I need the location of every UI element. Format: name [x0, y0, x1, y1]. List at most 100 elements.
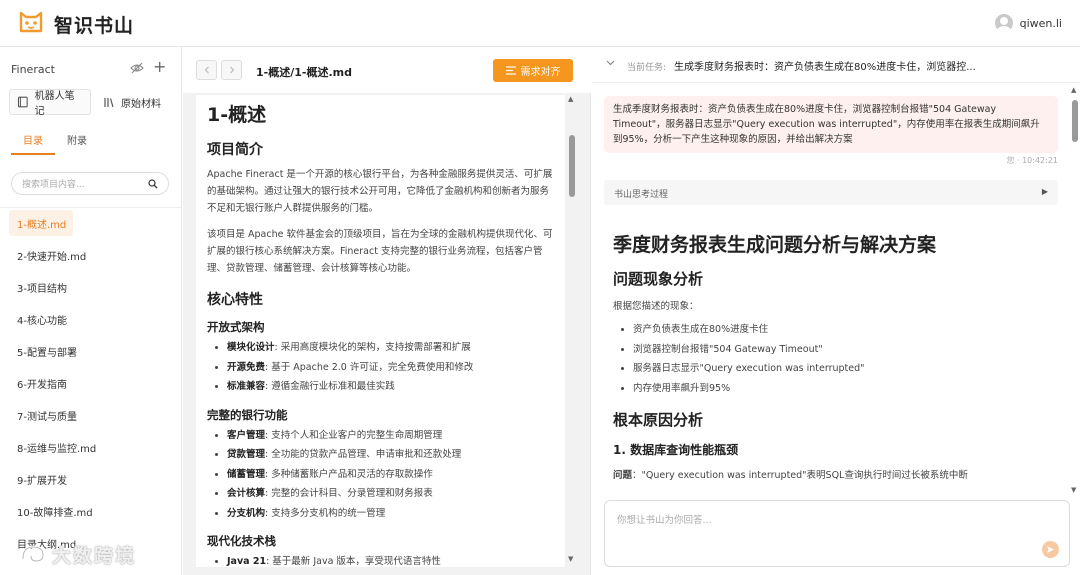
- sidebar-tabs: 目录 附录: [11, 132, 99, 155]
- raw-material-button[interactable]: 原始材料: [96, 89, 176, 115]
- open-arch-list: 模块化设计: 采用高度模块化的架构，支持按需部署和扩展 开源免费: 基于 Apa…: [207, 338, 554, 397]
- file-item-core-features[interactable]: 4-核心功能: [9, 303, 173, 335]
- document-header: 1-概述/1-概述.md 需求对齐: [183, 47, 591, 93]
- list-item: 开源免费: 基于 Apache 2.0 许可证，完全免费使用和修改: [227, 358, 554, 378]
- send-icon: [1047, 546, 1054, 553]
- list-item: 模块化设计: 采用高度模块化的架构，支持按需部署和扩展: [227, 338, 554, 358]
- watermark: 大数跨境: [52, 545, 137, 567]
- banking-list: 客户管理: 支持个人和企业客户的完整生命周期管理 贷款管理: 全功能的贷款产品管…: [207, 426, 554, 524]
- assistant-answer: 季度财务报表生成问题分析与解决方案 问题现象分析 根据您描述的现象： 资产负债表…: [613, 230, 1053, 481]
- list-item: 资产负债表生成在80%进度卡住: [633, 320, 1053, 340]
- file-item-dev-guide[interactable]: 6-开发指南: [9, 367, 173, 399]
- watermark-logo-icon: [21, 545, 45, 563]
- chat-messages: 生成季度财务报表时：资产负债表生成在80%进度卡住，浏览器控制台报错"504 G…: [592, 84, 1070, 500]
- file-item-extension[interactable]: 9-扩展开发: [9, 463, 173, 495]
- intro-paragraph-1: Apache Fineract 是一个开源的核心银行平台，为各种金融服务提供灵活…: [207, 169, 553, 214]
- chat-input-placeholder: 你想让书山为你回答...: [617, 515, 712, 526]
- document-content: 1-概述 项目简介 Apache Fineract 是一个开源的核心银行平台，为…: [196, 95, 565, 567]
- sidebar: Fineract + 机器人笔记 原始材料 目录 附录 搜索项目内容... 1-: [0, 47, 182, 575]
- list-item: 客户管理: 支持个人和企业客户的完整生命周期管理: [227, 426, 554, 446]
- task-text: 生成季度财务报表时：资产负债表生成在80%进度卡住，浏览器控...: [674, 62, 976, 73]
- scroll-up-icon[interactable]: ▲: [568, 95, 573, 103]
- chevron-right-icon: [229, 66, 234, 74]
- file-item-testing[interactable]: 7-测试与质量: [9, 399, 173, 431]
- root-cause-heading: 根本原因分析: [613, 411, 704, 429]
- problem-line: 问题："Query execution was interrupted"表明SQ…: [613, 467, 1053, 481]
- list-item: 分支机构: 支持多分支机构的统一管理: [227, 504, 554, 524]
- search-placeholder: 搜索项目内容...: [22, 180, 85, 190]
- document-panel: 1-概述/1-概述.md 需求对齐 1-概述 项目简介 Apache Finer…: [183, 47, 591, 575]
- root-cause-subheading: 1. 数据库查询性能瓶颈: [613, 443, 739, 457]
- task-label: 当前任务:: [627, 63, 667, 73]
- forward-button[interactable]: [221, 60, 242, 80]
- list-item: 浏览器控制台报错"504 Gateway Timeout": [633, 340, 1053, 360]
- logo-icon: [19, 11, 43, 33]
- message-meta: 您 · 10:42:21: [1006, 156, 1058, 165]
- chat-scrollbar[interactable]: ▲ ▼: [1070, 84, 1080, 500]
- thinking-label: 书山思考过程: [614, 190, 669, 200]
- file-item-ops[interactable]: 8-运维与监控.md: [9, 431, 173, 463]
- books-icon: [104, 98, 114, 108]
- scroll-down-icon[interactable]: ▼: [568, 555, 573, 563]
- raw-material-label: 原始材料: [121, 98, 161, 110]
- list-item: 标准兼容: 遵循金融行业标准和最佳实践: [227, 377, 554, 397]
- chat-input[interactable]: 你想让书山为你回答...: [604, 500, 1070, 567]
- current-task-bar[interactable]: 当前任务: 生成季度财务报表时：资产负债表生成在80%进度卡住，浏览器控...: [592, 47, 1080, 83]
- file-item-overview[interactable]: 1-概述.md: [9, 210, 73, 236]
- tab-appendix[interactable]: 附录: [55, 132, 99, 155]
- file-item-config-deploy[interactable]: 5-配置与部署: [9, 335, 173, 367]
- features-heading: 核心特性: [207, 292, 263, 308]
- open-arch-heading: 开放式架构: [207, 320, 265, 334]
- user-message: 生成季度财务报表时：资产负债表生成在80%进度卡住，浏览器控制台报错"504 G…: [604, 96, 1058, 153]
- file-item-structure[interactable]: 3-项目结构: [9, 271, 173, 303]
- user-menu[interactable]: qiwen.li: [994, 14, 1062, 32]
- modern-stack-list: Java 21: 基于最新 Java 版本，享受现代语言特性: [207, 552, 554, 567]
- intro-heading: 项目简介: [207, 142, 263, 158]
- list-item: 内存使用率飙升到95%: [633, 379, 1053, 399]
- answer-title: 季度财务报表生成问题分析与解决方案: [613, 234, 937, 256]
- app-title: 智识书山: [54, 15, 135, 37]
- list-item: 会计核算: 完整的会计科目、分录管理和财务报表: [227, 484, 554, 504]
- align-requirements-button[interactable]: 需求对齐: [493, 59, 573, 82]
- back-button[interactable]: [196, 60, 217, 80]
- robot-notes-button[interactable]: 机器人笔记: [9, 89, 91, 117]
- problem-label: 问题: [613, 470, 633, 481]
- list-item: Java 21: 基于最新 Java 版本，享受现代语言特性: [227, 552, 554, 567]
- list-icon: [505, 66, 516, 75]
- list-item: 贷款管理: 全功能的贷款产品管理、申请审批和还款处理: [227, 445, 554, 465]
- intro-paragraph-2: 该项目是 Apache 软件基金会的顶级项目，旨在为全球的金融机构提供现代化、可…: [207, 229, 553, 274]
- username[interactable]: qiwen.li: [1020, 17, 1062, 30]
- phenomenon-intro: 根据您描述的现象：: [613, 301, 699, 312]
- align-button-label: 需求对齐: [520, 67, 561, 78]
- scroll-thumb[interactable]: [569, 135, 575, 197]
- document-path: 1-概述/1-概述.md: [256, 66, 352, 79]
- eye-off-icon[interactable]: [130, 62, 144, 74]
- phenomenon-list: 资产负债表生成在80%进度卡住 浏览器控制台报错"504 Gateway Tim…: [613, 320, 1053, 398]
- add-icon[interactable]: +: [153, 57, 166, 76]
- list-item: 服务器日志显示"Query execution was interrupted": [633, 359, 1053, 379]
- chevron-down-icon[interactable]: [606, 59, 615, 69]
- send-button[interactable]: [1042, 541, 1059, 558]
- search-input[interactable]: 搜索项目内容...: [11, 172, 169, 195]
- document-scrollbar[interactable]: ▲ ▼: [566, 95, 578, 567]
- search-icon[interactable]: [148, 178, 158, 189]
- robot-notes-label: 机器人笔记: [34, 91, 75, 117]
- project-name: Fineract: [11, 63, 55, 76]
- list-item: 储蓄管理: 多种储蓄账户产品和灵活的存取款操作: [227, 465, 554, 485]
- file-list: 1-概述.md 2-快速开始.md 3-项目结构 4-核心功能 5-配置与部署 …: [9, 207, 173, 559]
- file-item-quickstart[interactable]: 2-快速开始.md: [9, 239, 173, 271]
- doc-title: 1-概述: [207, 104, 267, 126]
- scroll-up-icon[interactable]: ▲: [1071, 86, 1076, 94]
- avatar[interactable]: [994, 14, 1013, 32]
- tab-catalog[interactable]: 目录: [11, 132, 55, 155]
- scroll-thumb[interactable]: [1072, 100, 1078, 142]
- play-icon[interactable]: ▶: [1042, 187, 1048, 196]
- scroll-down-icon[interactable]: ▼: [1071, 486, 1076, 494]
- banking-heading: 完整的银行功能: [207, 407, 288, 422]
- modern-stack-heading: 现代化技术栈: [207, 534, 276, 548]
- chevron-left-icon: [204, 66, 209, 74]
- notebook-icon: [17, 96, 28, 108]
- thinking-process-toggle[interactable]: 书山思考过程 ▶: [604, 180, 1058, 205]
- file-item-troubleshooting[interactable]: 10-故障排查.md: [9, 495, 173, 527]
- phenomenon-heading: 问题现象分析: [613, 270, 704, 288]
